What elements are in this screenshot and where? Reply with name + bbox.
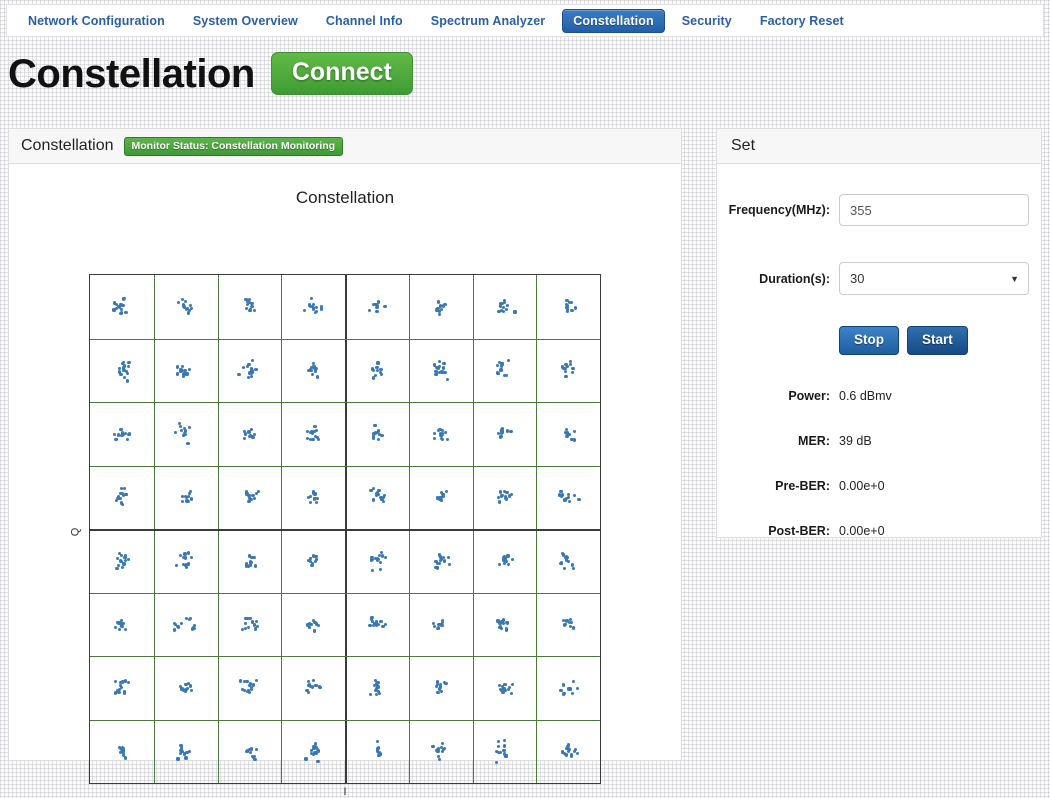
nav-item-security[interactable]: Security (671, 9, 743, 33)
constellation-chart-body: Constellation Q I (9, 164, 681, 798)
constellation-panel-header: Constellation Monitor Status: Constellat… (9, 129, 681, 164)
page-header: Constellation Connect (8, 52, 413, 95)
constellation-cluster (90, 275, 600, 783)
settings-panel-body: Frequency(MHz): Duration(s): 30 ▼ Stop S… (717, 164, 1041, 538)
constellation-panel: Constellation Monitor Status: Constellat… (8, 128, 682, 798)
frequency-label: Frequency(MHz): (728, 203, 830, 217)
pre-ber-value: 0.00e+0 (839, 479, 885, 493)
duration-row: Duration(s): 30 ▼ (717, 262, 1041, 295)
constellation-point (567, 747, 571, 752)
monitor-status-badge: Monitor Status: Constellation Monitoring (123, 136, 344, 156)
frequency-input[interactable] (839, 194, 1029, 226)
frequency-row: Frequency(MHz): (717, 194, 1041, 226)
settings-panel-title: Set (731, 137, 756, 154)
stat-row-mer: MER: 39 dB (717, 434, 1041, 448)
page-title: Constellation (8, 51, 255, 96)
settings-panel: Set Frequency(MHz): Duration(s): 30 ▼ St… (716, 128, 1042, 538)
stat-row-pre-ber: Pre-BER: 0.00e+0 (717, 479, 1041, 493)
post-ber-label: Post-BER: (768, 524, 830, 538)
stat-row-post-ber: Post-BER: 0.00e+0 (717, 524, 1041, 538)
nav-item-system-overview[interactable]: System Overview (182, 9, 309, 33)
power-value: 0.6 dBmv (839, 389, 892, 403)
constellation-point (574, 748, 578, 752)
x-axis-label: I (343, 786, 347, 798)
mer-label: MER: (798, 434, 830, 448)
settings-panel-header: Set (717, 129, 1041, 164)
main-navigation: Network Configuration System Overview Chan… (6, 4, 1044, 37)
stat-row-power: Power: 0.6 dBmv (717, 389, 1041, 403)
nav-item-network-configuration[interactable]: Network Configuration (17, 9, 176, 33)
nav-item-channel-info[interactable]: Channel Info (315, 9, 414, 33)
duration-label: Duration(s): (759, 271, 830, 286)
constellation-plot (89, 274, 601, 784)
constellation-point (570, 754, 574, 758)
nav-item-spectrum-analyzer[interactable]: Spectrum Analyzer (420, 9, 556, 33)
mer-value: 39 dB (839, 434, 872, 448)
y-axis-label: Q (69, 527, 82, 537)
constellation-point (567, 743, 571, 747)
chart-title: Constellation (295, 188, 395, 207)
pre-ber-label: Pre-BER: (775, 479, 830, 493)
post-ber-value: 0.00e+0 (839, 524, 885, 538)
constellation-point (563, 752, 567, 756)
nav-item-constellation[interactable]: Constellation (562, 8, 665, 33)
duration-selected-value: 30 (850, 271, 865, 286)
chevron-down-icon: ▼ (1010, 273, 1019, 284)
stop-button[interactable]: Stop (839, 326, 899, 355)
power-label: Power: (788, 389, 830, 403)
nav-item-factory-reset[interactable]: Factory Reset (749, 9, 855, 33)
constellation-panel-title: Constellation (21, 137, 114, 154)
connect-button[interactable]: Connect (270, 52, 413, 95)
start-button[interactable]: Start (907, 326, 968, 355)
action-button-row: Stop Start (839, 326, 968, 355)
duration-select[interactable]: 30 ▼ (839, 262, 1029, 295)
constellation-point (576, 751, 580, 755)
